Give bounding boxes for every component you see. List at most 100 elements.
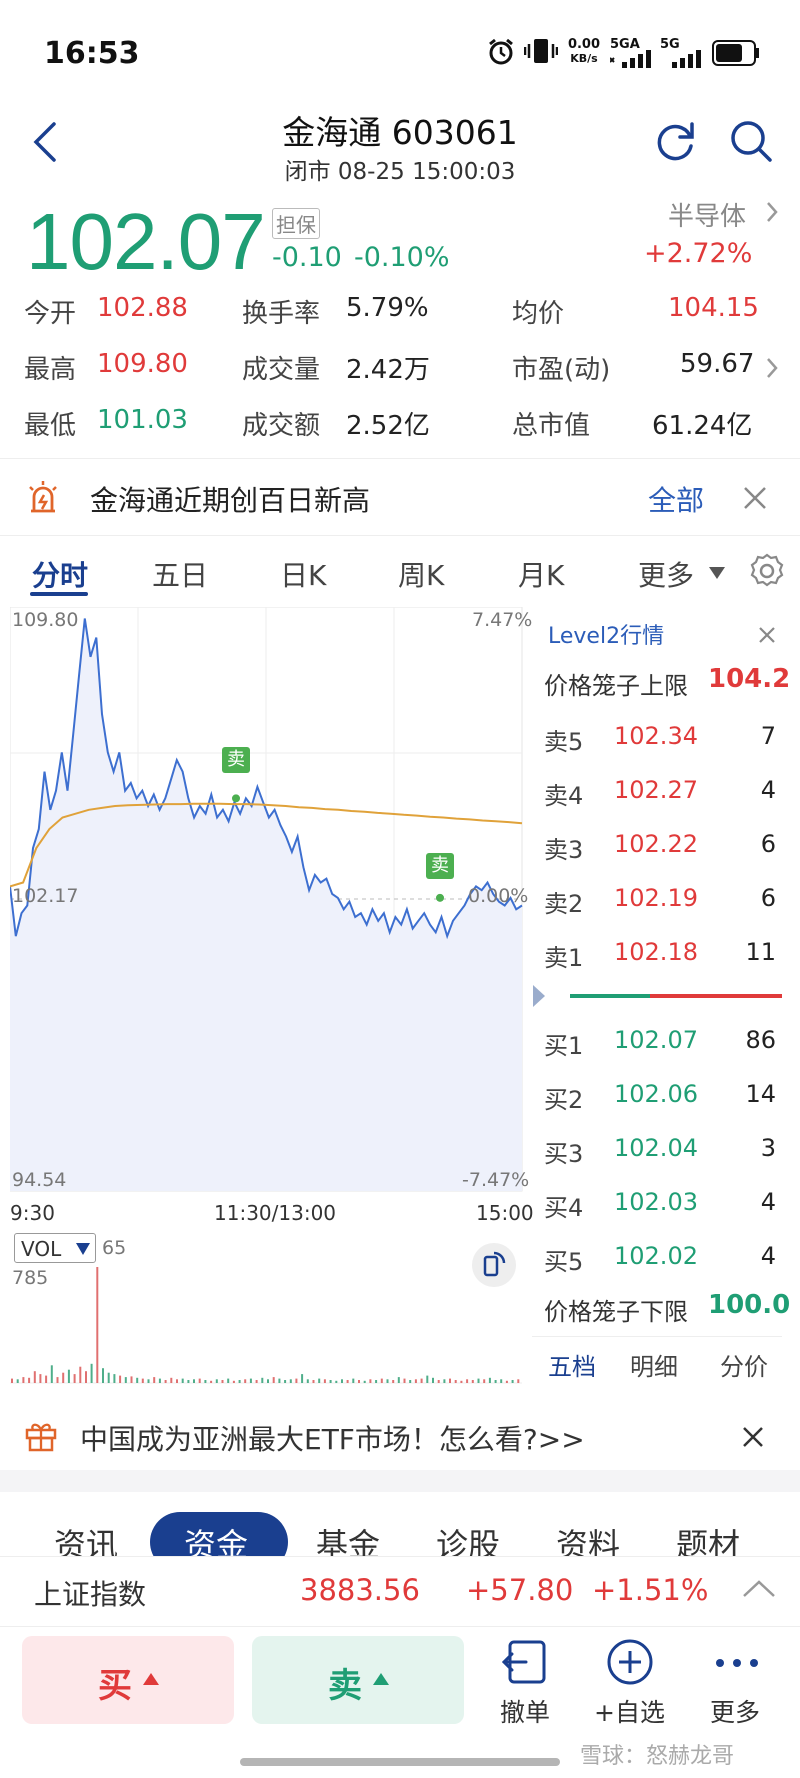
pct-bottom-label: -7.47% bbox=[462, 1169, 530, 1191]
bid-row[interactable]: 买4 102.03 4 bbox=[532, 1176, 782, 1230]
gear-icon[interactable] bbox=[748, 552, 786, 590]
tab-intraday[interactable]: 分时 bbox=[32, 554, 88, 594]
chevron-right-icon[interactable] bbox=[764, 356, 780, 380]
buy-button[interactable]: 买 bbox=[22, 1636, 234, 1724]
volume-bar bbox=[170, 1377, 173, 1383]
ask-row[interactable]: 卖5 102.34 7 bbox=[532, 710, 782, 764]
bid-row[interactable]: 买2 102.06 14 bbox=[532, 1068, 782, 1122]
volume-bar bbox=[261, 1377, 264, 1383]
ask-row[interactable]: 卖4 102.27 4 bbox=[532, 764, 782, 818]
avg-label: 均价 bbox=[512, 299, 565, 329]
volume-label: 成交量 bbox=[242, 355, 321, 385]
level-volume: 11 bbox=[745, 938, 776, 966]
volume-bar bbox=[272, 1377, 275, 1383]
x-label-midday: 11:30/13:00 bbox=[214, 1201, 337, 1225]
bid-row[interactable]: 买3 102.04 3 bbox=[532, 1122, 782, 1176]
amount-label: 成交额 bbox=[242, 411, 321, 441]
indicator-select[interactable]: VOL bbox=[14, 1233, 96, 1263]
volume-bar bbox=[295, 1378, 298, 1383]
tab-daily-k[interactable]: 日K bbox=[280, 554, 326, 594]
sector-link[interactable]: 半导体 bbox=[668, 196, 746, 233]
tab-more[interactable]: 更多 bbox=[638, 554, 694, 594]
volume-bar bbox=[56, 1377, 59, 1383]
volume-bar bbox=[22, 1377, 25, 1383]
ask-row[interactable]: 卖1 102.18 11 bbox=[532, 926, 782, 980]
tab-5levels[interactable]: 五档 bbox=[548, 1347, 596, 1382]
add-watchlist-button[interactable]: +自选 bbox=[594, 1693, 665, 1729]
ask-row[interactable]: 卖2 102.19 6 bbox=[532, 872, 782, 926]
signal-icon bbox=[610, 50, 651, 68]
volume-bar bbox=[255, 1380, 258, 1383]
volume-bar bbox=[210, 1380, 213, 1383]
volume-bar bbox=[409, 1380, 412, 1383]
volume-bar bbox=[227, 1378, 230, 1383]
volume-bar bbox=[79, 1366, 82, 1383]
status-bar: 16:53 0.00 KB/s 5GA 5G bbox=[0, 0, 800, 100]
bid-row[interactable]: 买1 102.07 86 bbox=[532, 1014, 782, 1068]
bid-row[interactable]: 买5 102.02 4 bbox=[532, 1230, 782, 1284]
news-bar[interactable]: 金海通近期创百日新高 全部 bbox=[0, 458, 800, 536]
level-label: 卖2 bbox=[544, 890, 584, 918]
volume-bar bbox=[392, 1380, 395, 1383]
rotate-button[interactable] bbox=[472, 1243, 516, 1287]
home-indicator[interactable] bbox=[240, 1758, 560, 1766]
more-button[interactable]: 更多 bbox=[710, 1693, 760, 1729]
volume-bar bbox=[306, 1379, 309, 1383]
close-icon[interactable] bbox=[742, 485, 768, 511]
sell-marker[interactable]: 卖 bbox=[426, 853, 454, 879]
refresh-icon[interactable] bbox=[652, 118, 698, 164]
volume-bar bbox=[193, 1379, 195, 1383]
volume-bar bbox=[505, 1380, 508, 1383]
news-all-link[interactable]: 全部 bbox=[648, 479, 704, 519]
caret-down-icon[interactable] bbox=[708, 566, 726, 580]
promo-text[interactable]: 中国成为亚洲最大ETF市场！怎么看?>> bbox=[80, 1418, 585, 1458]
volume-bar bbox=[483, 1379, 486, 1383]
cancel-order-icon[interactable] bbox=[502, 1640, 548, 1684]
level-price: 102.03 bbox=[614, 1188, 698, 1216]
volume-bar bbox=[500, 1379, 503, 1383]
chevron-up-icon[interactable] bbox=[742, 1579, 776, 1599]
volume-bar bbox=[221, 1380, 224, 1383]
volume-bar bbox=[346, 1380, 349, 1383]
volume-bar bbox=[119, 1375, 122, 1383]
open-value: 102.88 bbox=[97, 293, 188, 323]
intraday-chart[interactable]: 109.80 7.47% 102.17 0.00% 94.54 -7.47% 9… bbox=[10, 607, 534, 1387]
buy-label: 买 bbox=[98, 1666, 132, 1706]
tab-price-dist[interactable]: 分价 bbox=[720, 1347, 768, 1382]
section-divider bbox=[0, 1470, 800, 1492]
volume-bar bbox=[289, 1379, 292, 1383]
volume-bar bbox=[39, 1374, 42, 1383]
news-headline[interactable]: 金海通近期创百日新高 bbox=[90, 479, 370, 519]
level-label: 买5 bbox=[544, 1248, 584, 1276]
chart-tabs: 分时 五日 日K 周K 月K 更多 bbox=[0, 540, 800, 604]
add-watchlist-icon[interactable] bbox=[606, 1638, 654, 1686]
sell-marker[interactable]: 卖 bbox=[222, 747, 250, 773]
volume-bar bbox=[249, 1378, 252, 1383]
level-price: 102.18 bbox=[614, 938, 698, 966]
pct-top-label: 7.47% bbox=[472, 609, 533, 631]
lower-limit-label: 价格笼子下限 bbox=[544, 1298, 688, 1326]
level-price: 102.04 bbox=[614, 1134, 698, 1162]
close-icon[interactable] bbox=[758, 626, 776, 644]
search-icon[interactable] bbox=[728, 118, 774, 164]
ask-row[interactable]: 卖3 102.22 6 bbox=[532, 818, 782, 872]
volume-bar bbox=[73, 1374, 76, 1383]
close-icon[interactable] bbox=[742, 1426, 764, 1448]
level-volume: 4 bbox=[760, 776, 776, 804]
volume-bar bbox=[96, 1267, 99, 1383]
volume-bar bbox=[449, 1378, 451, 1383]
net-unit: KB/s bbox=[570, 52, 598, 65]
chevron-right-icon bbox=[767, 202, 778, 222]
more-icon[interactable] bbox=[714, 1656, 760, 1670]
active-tab-indicator bbox=[30, 592, 88, 596]
tab-weekly-k[interactable]: 周K bbox=[398, 554, 444, 594]
tab-5day[interactable]: 五日 bbox=[152, 554, 208, 594]
promo-banner[interactable]: 中国成为亚洲最大ETF市场！怎么看?>> bbox=[0, 1400, 800, 1470]
sell-button[interactable]: 卖 bbox=[252, 1636, 464, 1724]
tab-details[interactable]: 明细 bbox=[630, 1347, 678, 1382]
cancel-order-button[interactable]: 撤单 bbox=[500, 1693, 550, 1729]
tab-monthly-k[interactable]: 月K bbox=[518, 554, 564, 594]
index-ticker[interactable]: 上证指数 3883.56 +57.80 +1.51% bbox=[0, 1556, 800, 1626]
collapse-arrow-icon[interactable] bbox=[532, 984, 546, 1008]
level-volume: 7 bbox=[760, 722, 776, 750]
